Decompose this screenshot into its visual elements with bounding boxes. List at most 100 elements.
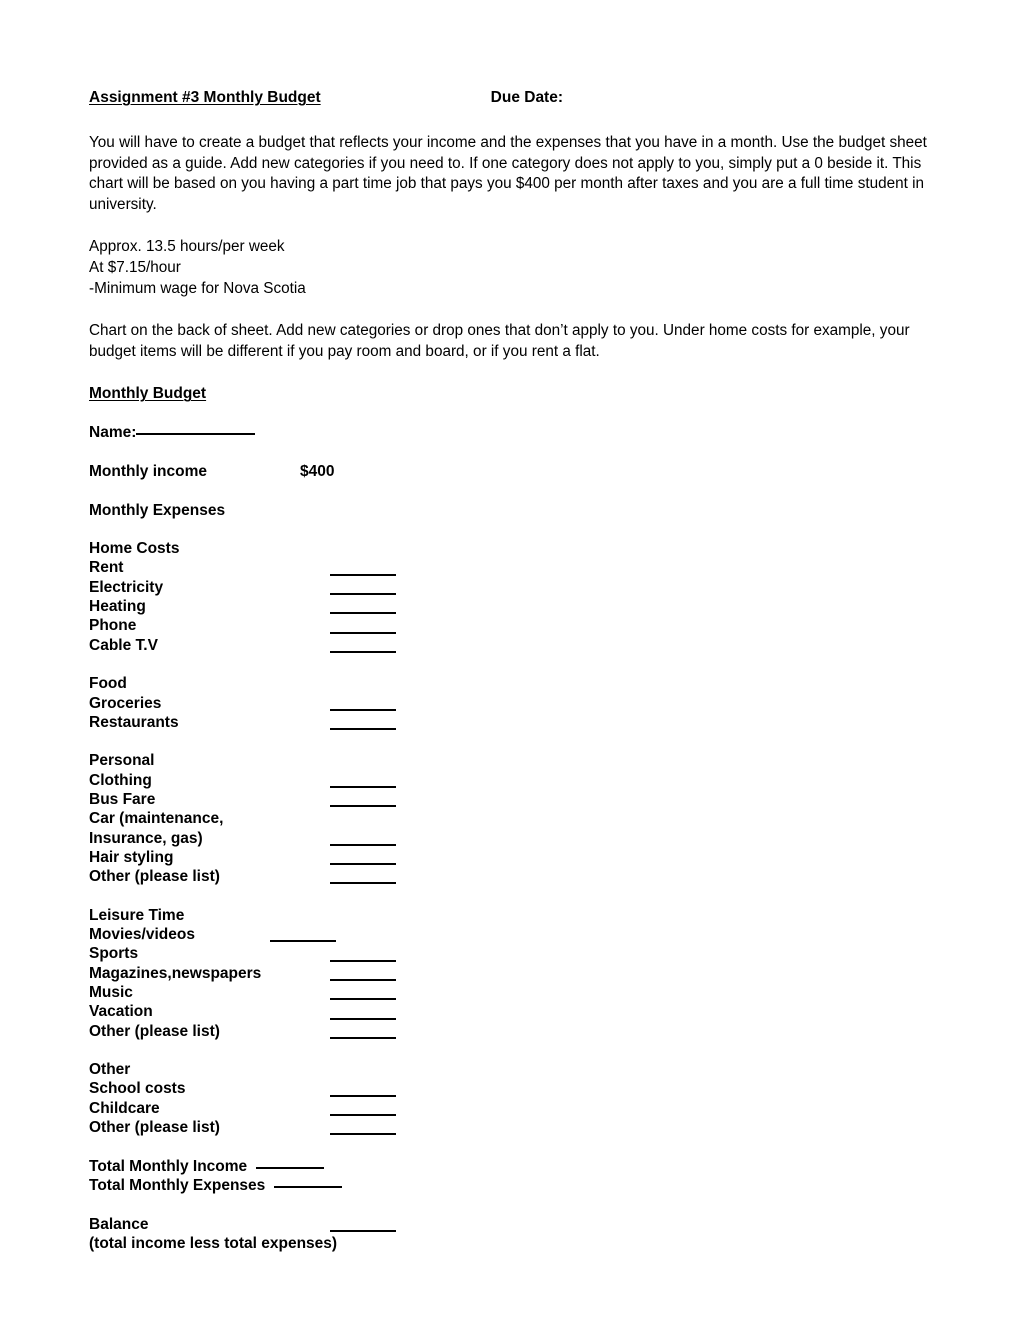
budget-line-item-label: Heating [89, 598, 146, 616]
budget-line-item-label: Other (please list) [89, 1119, 220, 1137]
budget-line-item-blank[interactable] [330, 805, 396, 808]
budget-line-item: Sports [89, 944, 1020, 963]
budget-line-item-blank[interactable] [330, 573, 396, 576]
document-page: Assignment #3 Monthly Budget Due Date: Y… [0, 0, 1020, 1320]
budget-line-item: Vacation [89, 1002, 1020, 1021]
total-monthly-expenses-row: Total Monthly Expenses [89, 1176, 1020, 1195]
budget-line-item: Heating [89, 597, 1020, 616]
monthly-budget-heading: Monthly Budget [89, 385, 207, 403]
budget-line-item: Rent [89, 558, 1020, 577]
monthly-income-value: $400 [300, 462, 335, 480]
budget-line-item: Clothing [89, 771, 1020, 790]
budget-line-item-blank[interactable] [330, 959, 396, 962]
monthly-expenses-heading: Monthly Expenses [89, 501, 226, 519]
wage-details: Approx. 13.5 hours/per week At $7.15/hou… [89, 237, 1020, 299]
budget-line-item: Other (please list) [89, 1118, 1020, 1137]
budget-line-item-label: Electricity [89, 578, 164, 596]
chart-note: Chart on the back of sheet. Add new cate… [89, 322, 910, 360]
budget-line-item-label: Rent [89, 559, 124, 577]
budget-line-item-blank[interactable] [330, 1133, 396, 1136]
budget-line-item-blank[interactable] [330, 1036, 396, 1039]
budget-line-item-label: School costs [89, 1080, 186, 1098]
wage-line: At $7.15/hour [89, 258, 181, 276]
budget-line-item-label: Cable T.V [89, 636, 158, 654]
budget-section-title: Other [89, 1061, 131, 1079]
budget-line-item-label: Childcare [89, 1099, 160, 1117]
budget-line-item-label: Phone [89, 617, 137, 635]
document-header: Assignment #3 Monthly Budget Due Date: [89, 88, 1020, 107]
budget-line-item-label: Other (please list) [89, 1022, 220, 1040]
budget-line-item-blank[interactable] [330, 998, 396, 1001]
budget-section-title: Food [89, 675, 127, 693]
budget-line-item: Other (please list) [89, 1022, 1020, 1041]
budget-line-item: Car (maintenance, [89, 809, 1020, 828]
monthly-income-label: Monthly income [89, 462, 207, 480]
budget-line-item: Childcare [89, 1099, 1020, 1118]
budget-line-item: Hair styling [89, 848, 1020, 867]
budget-line-item-label: Sports [89, 945, 139, 963]
budget-line-item-label: Car (maintenance, [89, 810, 224, 828]
name-blank-line[interactable] [136, 433, 256, 436]
name-label: Name: [89, 424, 137, 442]
total-monthly-income-label: Total Monthly Income [89, 1157, 248, 1175]
budget-line-item-label: Groceries [89, 694, 162, 712]
budget-line-item-blank[interactable] [330, 1114, 396, 1117]
budget-line-item-label: Vacation [89, 1003, 153, 1021]
budget-line-item-blank[interactable] [330, 708, 396, 711]
budget-line-item-label: Music [89, 983, 133, 1001]
budget-line-item-label: Magazines,newspapers [89, 964, 262, 982]
budget-line-item-blank[interactable] [330, 1017, 396, 1020]
budget-line-item: Insurance, gas) [89, 829, 1020, 848]
budget-line-item-blank[interactable] [330, 1094, 396, 1097]
assignment-title: Assignment #3 Monthly Budget [89, 89, 321, 106]
budget-line-item: Music [89, 983, 1020, 1002]
budget-line-item-blank[interactable] [330, 843, 396, 846]
budget-line-item-blank[interactable] [330, 863, 396, 866]
budget-line-item-blank[interactable] [330, 978, 396, 981]
budget-line-item-blank[interactable] [330, 612, 396, 615]
budget-line-item: Magazines,newspapers [89, 964, 1020, 983]
balance-label: Balance [89, 1215, 149, 1233]
monthly-income-row: Monthly income $400 [89, 462, 1020, 481]
budget-line-item: Movies/videos [89, 925, 1020, 944]
budget-line-item-blank[interactable] [330, 650, 396, 653]
budget-line-item-label: Clothing [89, 771, 152, 789]
budget-line-item-blank[interactable] [330, 728, 396, 731]
balance-row: Balance [89, 1215, 1020, 1234]
balance-blank-line[interactable] [330, 1229, 396, 1232]
budget-line-item-label: Hair styling [89, 848, 174, 866]
budget-line-item-blank[interactable] [330, 593, 396, 596]
budget-line-item-label: Movies/videos [89, 926, 195, 944]
total-monthly-expenses-label: Total Monthly Expenses [89, 1176, 266, 1194]
budget-line-item: Cable T.V [89, 636, 1020, 655]
budget-line-item: Restaurants [89, 713, 1020, 732]
budget-line-item: School costs [89, 1079, 1020, 1098]
total-monthly-expenses-blank[interactable] [274, 1185, 343, 1188]
budget-line-item: Other (please list) [89, 867, 1020, 886]
name-field-row: Name: [89, 423, 1020, 442]
budget-line-item: Groceries [89, 694, 1020, 713]
budget-line-item-label: Other (please list) [89, 868, 220, 886]
budget-line-item-blank[interactable] [330, 631, 396, 634]
intro-paragraph: You will have to create a budget that re… [89, 134, 927, 213]
budget-section-title: Home Costs [89, 540, 180, 558]
hours-line: Approx. 13.5 hours/per week [89, 238, 285, 256]
budget-line-item-label: Insurance, gas) [89, 829, 203, 847]
budget-line-item-blank[interactable] [330, 785, 396, 788]
total-monthly-income-blank[interactable] [256, 1166, 325, 1169]
budget-line-item-blank[interactable] [270, 940, 336, 943]
minimum-wage-line: -Minimum wage for Nova Scotia [89, 279, 306, 297]
budget-line-item-label: Restaurants [89, 713, 179, 731]
budget-line-item-blank[interactable] [330, 882, 396, 885]
budget-line-item: Phone [89, 616, 1020, 635]
budget-line-item-label: Bus Fare [89, 790, 156, 808]
